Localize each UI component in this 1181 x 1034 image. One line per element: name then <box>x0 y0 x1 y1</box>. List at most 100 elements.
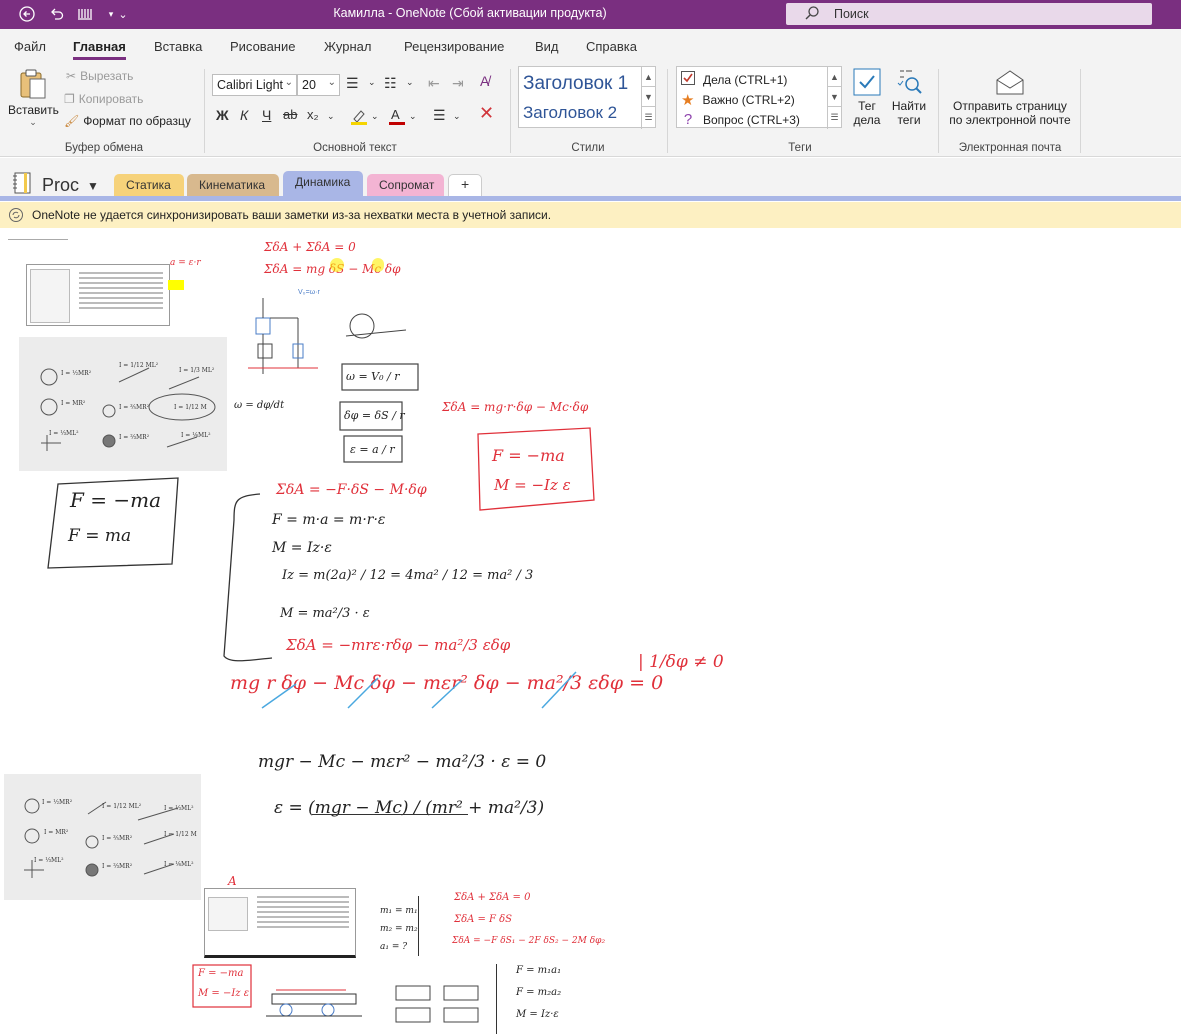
page-canvas[interactable]: a = ε·r I = ½MR² I = 1/12 ML² I = 1/3 ML… <box>0 228 1181 1034</box>
tag-question[interactable]: ? Вопрос (CTRL+3) <box>681 111 800 128</box>
strikethrough-button[interactable]: ab <box>283 107 297 122</box>
more-icon[interactable]: ☰ <box>642 107 655 127</box>
touch-mode-icon[interactable] <box>74 4 96 24</box>
group-label-clipboard: Буфер обмена <box>64 142 144 154</box>
group-divider <box>204 69 205 153</box>
tab-history[interactable]: Журнал <box>324 39 371 54</box>
align-icon[interactable]: ☰ <box>433 107 446 124</box>
chevron-down-icon[interactable]: ⌄ <box>327 111 335 122</box>
note-fi-1: F = −ma <box>70 488 161 512</box>
tab-file[interactable]: Файл <box>14 39 46 54</box>
tab-draw[interactable]: Рисование <box>230 39 295 54</box>
fraction-line <box>312 814 468 815</box>
note-red-eq: ΣδA = mg·r·δφ − Mc·δφ <box>442 400 589 414</box>
font-family-select[interactable]: Calibri Light ⌄ <box>212 74 297 96</box>
tag-important[interactable]: ★ Важно (CTRL+2) <box>681 91 795 109</box>
star-icon: ★ <box>681 92 695 109</box>
roller-sketch <box>266 989 362 1017</box>
chevron-down-icon: ⌄ <box>327 77 336 88</box>
svg-text:I = MR²: I = MR² <box>61 400 86 407</box>
font-size-select[interactable]: 20 ⌄ <box>297 74 340 96</box>
style-heading-2[interactable]: Заголовок 2 <box>523 103 617 123</box>
chevron-down-icon[interactable]: ⌄ <box>368 77 376 88</box>
tags-scroll[interactable]: ▲ ▼ ☰ <box>827 67 841 129</box>
format-painter-button[interactable]: 🖌 Формат по образцу <box>64 114 191 128</box>
find-tags-button[interactable]: Найти теги <box>890 68 928 127</box>
tab-insert[interactable]: Вставка <box>154 39 202 54</box>
email-page-button[interactable]: Отправить страницу по электронной почте <box>945 68 1075 127</box>
search-box[interactable]: Поиск <box>786 3 1152 25</box>
tags-gallery[interactable]: Дела (CTRL+1) ★ Важно (CTRL+2) ? Вопрос … <box>676 66 842 129</box>
svg-text:I = ⅓ML²: I = ⅓ML² <box>34 857 64 864</box>
svg-text:I = MR²: I = MR² <box>44 829 69 836</box>
chevron-down-icon[interactable]: ▼ <box>828 87 841 107</box>
note-sum2: ΣδA = −mrε·rδφ − ma²/3 εδφ <box>286 636 511 654</box>
section-tab-dynamics[interactable]: Динамика <box>283 171 363 198</box>
add-section-button[interactable]: + <box>448 174 482 198</box>
svg-text:I = 1/12 M: I = 1/12 M <box>174 404 207 411</box>
bold-button[interactable]: Ж <box>216 107 229 123</box>
inertia-table-image[interactable]: I = ½MR² I = 1/12 ML² I = 1/3 ML² I = MR… <box>19 337 227 471</box>
more-icon[interactable]: ☰ <box>828 107 841 127</box>
note-w: ω = dφ/dt <box>234 400 285 411</box>
customize-toolbar-icon[interactable]: ⌄ <box>112 4 134 24</box>
font-color-icon[interactable]: A <box>388 107 406 128</box>
decrease-indent-icon[interactable]: ⇤ <box>428 75 440 92</box>
todo-tag-button[interactable]: Тег дела <box>852 68 882 127</box>
bullets-icon[interactable]: ☰ <box>346 75 359 92</box>
note-eq1: ΣδA + ΣδA = 0 <box>264 240 356 254</box>
paste-button[interactable]: Вставить ⌄ <box>8 68 59 128</box>
note-small-1: F = −ma <box>198 968 244 979</box>
copy-button[interactable]: ❐ Копировать <box>64 92 143 106</box>
delete-icon[interactable]: ✕ <box>479 103 494 124</box>
back-icon[interactable] <box>16 4 38 24</box>
svg-text:I = ⅔MR²: I = ⅔MR² <box>119 434 150 441</box>
section-tab-strength[interactable]: Сопромат <box>367 174 444 198</box>
underline-button[interactable]: Ч <box>262 107 271 123</box>
tag-todo[interactable]: Дела (CTRL+1) <box>681 71 787 88</box>
chevron-up-icon[interactable]: ▲ <box>828 67 841 87</box>
group-label-basic-text: Основной текст <box>313 142 397 154</box>
todo-tag-label-1: Тег <box>858 99 876 113</box>
section-color-line <box>0 196 1181 201</box>
numbering-icon[interactable]: ☷ <box>384 75 397 92</box>
section-tab-kinematics[interactable]: Кинематика <box>187 174 279 198</box>
highlight-icon[interactable] <box>350 107 368 128</box>
problem-image[interactable] <box>26 264 170 326</box>
email-label-2: по электронной почте <box>949 113 1071 127</box>
section-tab-statics[interactable]: Статика <box>114 174 184 198</box>
copy-icon: ❐ <box>64 92 75 106</box>
chevron-up-icon[interactable]: ▲ <box>642 67 655 87</box>
styles-scroll[interactable]: ▲ ▼ ☰ <box>641 67 655 129</box>
problem-image[interactable] <box>204 888 356 958</box>
note-sum1: ΣδA = −F·δS − M·δφ <box>276 482 427 498</box>
italic-button[interactable]: К <box>240 107 248 123</box>
svg-text:I = ⅖MR²: I = ⅖MR² <box>119 404 150 411</box>
chevron-down-icon[interactable]: ⌄ <box>453 111 461 122</box>
style-heading-1[interactable]: Заголовок 1 <box>523 73 628 95</box>
tab-view[interactable]: Вид <box>535 39 559 54</box>
mini-eq: F = m₁a₁ <box>516 965 562 976</box>
note-right-2: ΣδA = F δS <box>454 914 513 925</box>
tab-help[interactable]: Справка <box>586 39 637 54</box>
inertia-table-image[interactable]: I = ½MR² I = 1/12 ML² I = ⅓ML² I = MR² I… <box>4 774 201 900</box>
tab-review[interactable]: Рецензирование <box>404 39 504 54</box>
svg-text:I = 1/3 ML²: I = 1/3 ML² <box>179 367 215 374</box>
chevron-down-icon[interactable]: ⌄ <box>409 111 417 122</box>
chevron-down-icon[interactable]: ▼ <box>642 87 655 107</box>
increase-indent-icon[interactable]: ⇥ <box>452 75 464 92</box>
subscript-button[interactable]: x₂ <box>307 107 319 122</box>
svg-text:I = ⅔MR²: I = ⅔MR² <box>102 863 133 870</box>
note-fi-2: F = ma <box>68 526 132 546</box>
clear-formatting-icon[interactable]: A̸ <box>480 73 489 89</box>
styles-gallery[interactable]: Заголовок 1 Заголовок 2 ▲ ▼ ☰ <box>518 66 656 129</box>
chevron-down-icon[interactable]: ⌄ <box>406 77 414 88</box>
title-bar: ▾ ⌄ Камилла - OneNote (Сбой активации пр… <box>0 0 1181 29</box>
tab-home[interactable]: Главная <box>73 39 126 60</box>
chevron-down-icon[interactable]: ⌄ <box>371 111 379 122</box>
window-title: Камилла - OneNote (Сбой активации продук… <box>333 6 607 20</box>
undo-icon[interactable] <box>46 4 68 24</box>
group-label-email: Электронная почта <box>958 142 1062 154</box>
todo-check-icon <box>853 68 881 99</box>
cut-button[interactable]: ✂ Вырезать <box>66 69 133 83</box>
